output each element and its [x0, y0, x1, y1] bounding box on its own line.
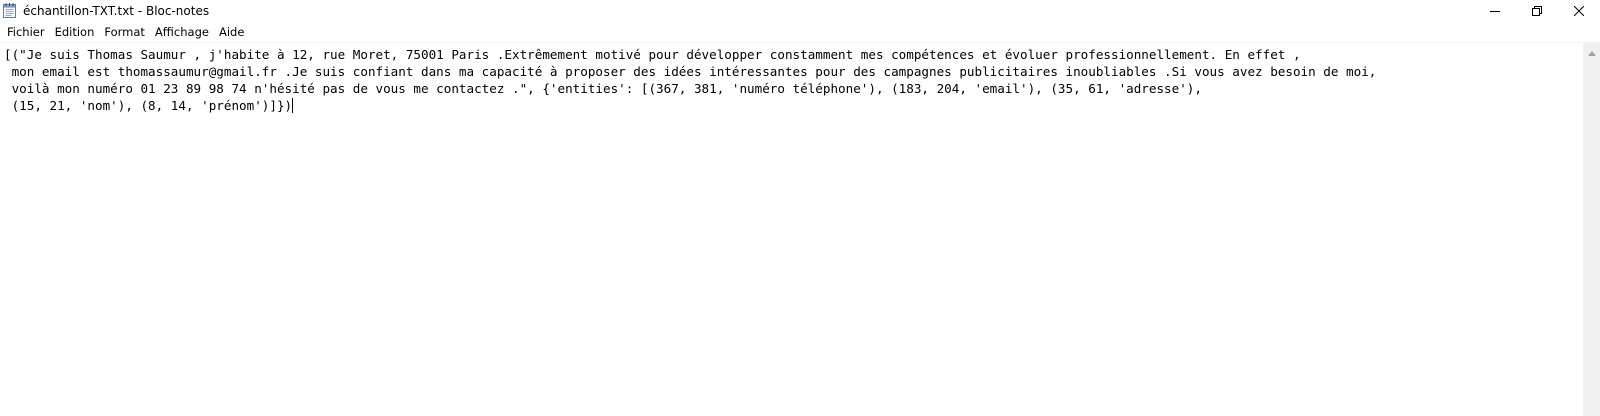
window-title: échantillon-TXT.txt - Bloc-notes	[23, 4, 210, 18]
editor-line: mon email est thomassaumur@gmail.fr .Je …	[4, 64, 1377, 79]
minimize-button[interactable]	[1474, 0, 1516, 22]
text-editor-area[interactable]: [("Je suis Thomas Saumur , j'habite à 12…	[0, 42, 1583, 416]
close-icon	[1574, 6, 1584, 16]
scroll-up-button[interactable]	[1583, 42, 1600, 59]
editor-line: (15, 21, 'nom'), (8, 14, 'prénom')]})	[4, 98, 293, 113]
editor-line: voilà mon numéro 01 23 89 98 74 n'hésité…	[4, 81, 1202, 96]
vertical-scrollbar[interactable]	[1583, 42, 1600, 416]
menu-item-edition[interactable]: Edition	[50, 23, 100, 41]
menu-item-format[interactable]: Format	[99, 23, 150, 41]
notepad-icon[interactable]	[3, 3, 16, 18]
title-bar[interactable]: échantillon-TXT.txt - Bloc-notes	[0, 0, 1600, 22]
close-button[interactable]	[1558, 0, 1600, 22]
notepad-window: échantillon-TXT.txt - Bloc-notes Fichier…	[0, 0, 1600, 416]
maximize-button[interactable]	[1516, 0, 1558, 22]
menu-bar: Fichier Edition Format Affichage Aide	[0, 23, 1600, 41]
minimize-icon	[1490, 6, 1500, 16]
menu-item-fichier[interactable]: Fichier	[2, 23, 50, 41]
menu-item-affichage[interactable]: Affichage	[150, 23, 214, 41]
menu-item-aide[interactable]: Aide	[214, 23, 249, 41]
editor-line: [("Je suis Thomas Saumur , j'habite à 12…	[4, 47, 1301, 62]
window-controls	[1474, 0, 1600, 22]
text-caret	[292, 98, 294, 113]
editor-content[interactable]: [("Je suis Thomas Saumur , j'habite à 12…	[0, 43, 1583, 114]
scroll-up-arrow-icon	[1587, 41, 1596, 60]
restore-icon	[1532, 6, 1542, 16]
